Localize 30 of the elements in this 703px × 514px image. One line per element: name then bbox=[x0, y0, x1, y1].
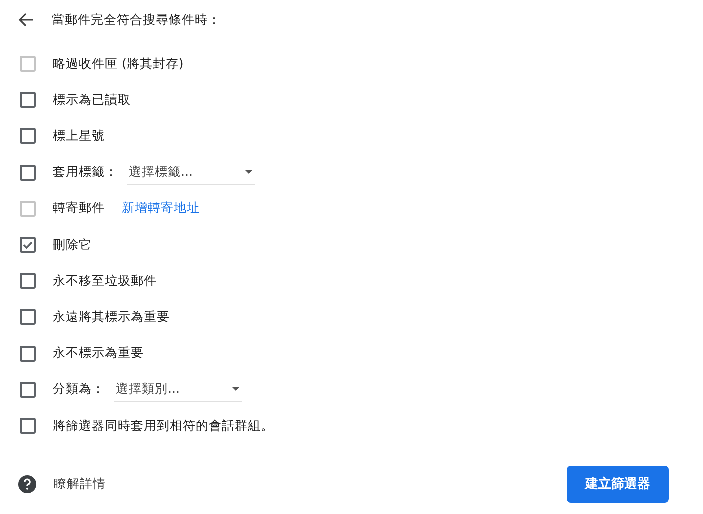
option-label: 永不移至垃圾郵件 bbox=[53, 272, 157, 290]
checkbox[interactable] bbox=[20, 128, 36, 144]
option-label: 永遠將其標示為重要 bbox=[53, 308, 170, 326]
checkbox[interactable] bbox=[20, 418, 36, 434]
back-arrow-icon[interactable] bbox=[18, 12, 34, 28]
checkbox[interactable] bbox=[20, 237, 36, 254]
option-label: 套用標籤： bbox=[53, 163, 118, 182]
checkbox[interactable] bbox=[20, 273, 36, 290]
create-filter-button[interactable]: 建立篩選器 bbox=[567, 466, 669, 504]
help-icon[interactable] bbox=[18, 475, 37, 494]
option-label: 將篩選器同時套用到相符的會話群組。 bbox=[53, 416, 274, 435]
option-label: 標示為已讀取 bbox=[53, 90, 131, 109]
option-label: 略過收件匣 (將其封存) bbox=[53, 54, 184, 73]
dropdown[interactable]: 選擇類別... bbox=[114, 378, 242, 402]
header-title: 當郵件完全符合搜尋條件時： bbox=[52, 10, 221, 29]
dropdown[interactable]: 選擇標籤... bbox=[127, 160, 255, 185]
option-label: 標上星號 bbox=[53, 127, 105, 146]
caret-icon bbox=[245, 170, 253, 174]
checkbox[interactable] bbox=[20, 164, 36, 181]
option-label: 轉寄郵件 bbox=[53, 199, 105, 218]
help-link[interactable]: 瞭解詳情 bbox=[54, 475, 106, 494]
checkbox[interactable] bbox=[20, 346, 36, 362]
checkbox[interactable] bbox=[20, 309, 36, 326]
option-label: 分類為： bbox=[53, 380, 105, 398]
check-icon bbox=[22, 239, 34, 252]
option-label: 刪除它 bbox=[53, 236, 92, 254]
caret-icon bbox=[232, 387, 240, 392]
option-label: 永不標示為重要 bbox=[53, 344, 144, 362]
checkbox[interactable] bbox=[20, 382, 36, 398]
checkbox[interactable] bbox=[20, 92, 36, 108]
